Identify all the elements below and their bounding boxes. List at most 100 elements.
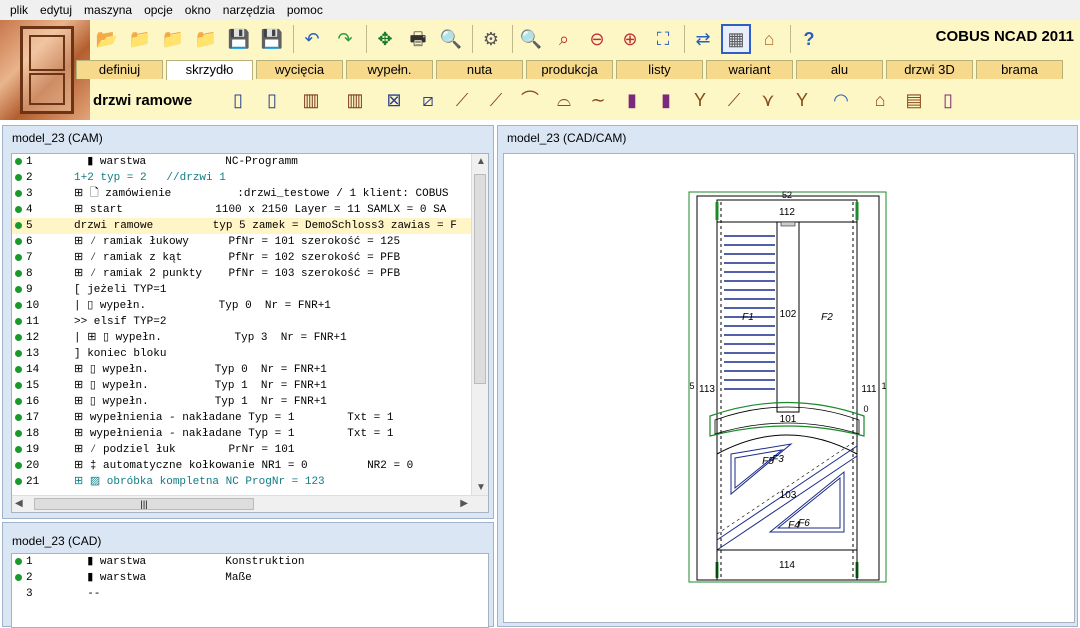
breakpoint-dot-icon[interactable] — [15, 158, 22, 165]
move-icon[interactable]: ✥ — [370, 24, 400, 54]
door-slats-icon[interactable]: ▥ — [294, 85, 328, 115]
code-line[interactable]: 3 -- — [12, 586, 488, 602]
zoom-in-icon[interactable]: ⊕ — [615, 24, 645, 54]
arch-split-icon[interactable]: ⌓ — [552, 85, 576, 115]
breakpoint-dot-icon[interactable] — [15, 286, 22, 293]
zoom-out-icon[interactable]: ⊖ — [582, 24, 612, 54]
door-cross-icon[interactable]: ⊠ — [382, 85, 406, 115]
fill-icon[interactable]: ▮ — [620, 85, 644, 115]
breakpoint-dot-icon[interactable] — [15, 174, 22, 181]
breakpoint-dot-icon[interactable] — [15, 190, 22, 197]
tab-wariant[interactable]: wariant — [706, 60, 793, 79]
rail-line-icon[interactable]: ⟋ — [484, 85, 508, 115]
code-line[interactable]: 3 ⊞ 🗋 zamówienie :drzwi_testowe / 1 klien… — [12, 186, 488, 202]
menu-okno[interactable]: okno — [179, 3, 217, 17]
breakpoint-dot-icon[interactable] — [15, 382, 22, 389]
arch-icon[interactable]: ⌒ — [518, 85, 542, 115]
menu-opcje[interactable]: opcje — [138, 3, 179, 17]
code-line[interactable]: 12 | ⊞ ▯ wypełn. Typ 3 Nr = FNR+1 — [12, 330, 488, 346]
save-icon[interactable]: 💾 — [224, 24, 254, 54]
joint-y-icon[interactable]: Y — [688, 85, 712, 115]
door-columns-icon[interactable]: ▥ — [338, 85, 372, 115]
undo-icon[interactable]: ↶ — [297, 24, 327, 54]
breakpoint-dot-icon[interactable] — [15, 430, 22, 437]
joint-y2-icon[interactable]: Y — [790, 85, 814, 115]
scroll-right-icon[interactable]: ▶ — [460, 498, 468, 509]
door-panel-icon[interactable]: ▯ — [260, 85, 284, 115]
code-line[interactable]: 1 ▮ warstwa Konstruktion — [12, 554, 488, 570]
redo-icon[interactable]: ↷ — [330, 24, 360, 54]
breakpoint-dot-icon[interactable] — [15, 238, 22, 245]
drawing-canvas[interactable]: 52 112 102 F1 F2 113 111 5 1 0 101 F3 F5… — [503, 153, 1075, 623]
zoom-area-icon[interactable]: ⌕ — [549, 24, 579, 54]
breakpoint-dot-icon[interactable] — [15, 366, 22, 373]
code-line[interactable]: 11 >> elsif TYP=2 — [12, 314, 488, 330]
breakpoint-dot-icon[interactable] — [15, 254, 22, 261]
scroll-up-icon[interactable]: ▲ — [476, 156, 486, 167]
rail-short-icon[interactable]: ⟋ — [722, 85, 746, 115]
horizontal-scrollbar[interactable]: ◀ ||| ▶ — [12, 495, 488, 512]
breakpoint-dot-icon[interactable] — [15, 334, 22, 341]
code-line[interactable]: 6 ⊞ ⁄ ramiak łukowy PfNr = 101 szerokość … — [12, 234, 488, 250]
help-icon[interactable]: ? — [794, 24, 824, 54]
scroll-left-icon[interactable]: ◀ — [15, 498, 23, 509]
refresh-icon[interactable]: ⇄ — [688, 24, 718, 54]
code-line[interactable]: 19 ⊞ ⁄ podziel łuk PrNr = 101 — [12, 442, 488, 458]
breakpoint-dot-icon[interactable] — [15, 318, 22, 325]
zoom-fit-icon[interactable]: ⛶ — [648, 24, 678, 54]
breakpoint-dot-icon[interactable] — [15, 206, 22, 213]
code-line[interactable]: 15 ⊞ ▯ wypełn. Typ 1 Nr = FNR+1 — [12, 378, 488, 394]
settings-icon[interactable]: ⚙ — [476, 24, 506, 54]
tab-produkcja[interactable]: produkcja — [526, 60, 613, 79]
code-line[interactable]: 20 ⊞ ‡ automatyczne kołkowanie NR1 = 0 NR… — [12, 458, 488, 474]
breakpoint-dot-icon[interactable] — [15, 350, 22, 357]
breakpoint-dot-icon[interactable] — [15, 462, 22, 469]
home-icon[interactable]: ⌂ — [754, 24, 784, 54]
folder-open-icon[interactable]: 📂 — [92, 24, 122, 54]
code-line[interactable]: 2 1+2 typ = 2 //drzwi 1 — [12, 170, 488, 186]
calculator-icon[interactable]: ▦ — [721, 24, 751, 54]
door-export-icon[interactable]: ▯ — [936, 85, 960, 115]
code-line[interactable]: 21 ⊞ ▨ obróbka kompletna NC ProgNr = 123 — [12, 474, 488, 490]
code-line[interactable]: 10 | ▯ wypełn. Typ 0 Nr = FNR+1 — [12, 298, 488, 314]
breakpoint-dot-icon[interactable] — [15, 398, 22, 405]
tab-alu[interactable]: alu — [796, 60, 883, 79]
curve-icon[interactable]: ∼ — [586, 85, 610, 115]
frame-lines-icon[interactable]: ▤ — [902, 85, 926, 115]
breakpoint-dot-icon[interactable] — [15, 558, 22, 565]
breakpoint-dot-icon[interactable] — [15, 302, 22, 309]
code-line[interactable]: 2 ▮ warstwa Maße — [12, 570, 488, 586]
breakpoint-dot-icon[interactable] — [15, 270, 22, 277]
folder-arrow-icon[interactable]: 📁 — [158, 24, 188, 54]
breakpoint-dot-icon[interactable] — [15, 446, 22, 453]
scrollbar-thumb[interactable] — [474, 174, 486, 384]
code-line[interactable]: 1 ▮ warstwa NC-Programm — [12, 154, 488, 170]
tab-brama[interactable]: brama — [976, 60, 1063, 79]
tab-definiuj[interactable]: definiuj — [76, 60, 163, 79]
code-line[interactable]: 16 ⊞ ▯ wypełn. Typ 1 Nr = FNR+1 — [12, 394, 488, 410]
code-line[interactable]: 18 ⊞ wypełnienia - nakładane Typ = 1 Txt … — [12, 426, 488, 442]
code-line[interactable]: 17 ⊞ wypełnienia - nakładane Typ = 1 Txt … — [12, 410, 488, 426]
door-diagonal-icon[interactable]: ⧄ — [416, 85, 440, 115]
scroll-down-icon[interactable]: ▼ — [476, 482, 486, 493]
menu-pomoc[interactable]: pomoc — [281, 3, 329, 17]
rail-angle-icon[interactable]: ⟋ — [450, 85, 474, 115]
menu-plik[interactable]: plik — [4, 3, 34, 17]
fill-alt-icon[interactable]: ▮ — [654, 85, 678, 115]
tab-skrzydlo[interactable]: skrzydło — [166, 60, 253, 80]
code-line[interactable]: 14 ⊞ ▯ wypełn. Typ 0 Nr = FNR+1 — [12, 362, 488, 378]
save-all-icon[interactable]: 💾 — [257, 24, 287, 54]
menu-edytuj[interactable]: edytuj — [34, 3, 78, 17]
tab-wypeln[interactable]: wypełn. — [346, 60, 433, 79]
print-preview-icon[interactable]: 🔍 — [436, 24, 466, 54]
code-line[interactable]: 8 ⊞ ⁄ ramiak 2 punkty PfNr = 103 szerokoś… — [12, 266, 488, 282]
tab-drzwi-3d[interactable]: drzwi 3D — [886, 60, 973, 79]
tab-wyciecia[interactable]: wycięcia — [256, 60, 343, 79]
code-line[interactable]: 13] koniec bloku — [12, 346, 488, 362]
breakpoint-dot-icon[interactable] — [15, 478, 22, 485]
dome-icon[interactable]: ◠ — [824, 85, 858, 115]
code-line[interactable]: 9 [ jeżeli TYP=1 — [12, 282, 488, 298]
door-frame-icon[interactable]: ▯ — [226, 85, 250, 115]
corner-icon[interactable]: ⋎ — [756, 85, 780, 115]
code-line[interactable]: 5 drzwi ramowe typ 5 zamek = DemoSchloss3… — [12, 218, 488, 234]
